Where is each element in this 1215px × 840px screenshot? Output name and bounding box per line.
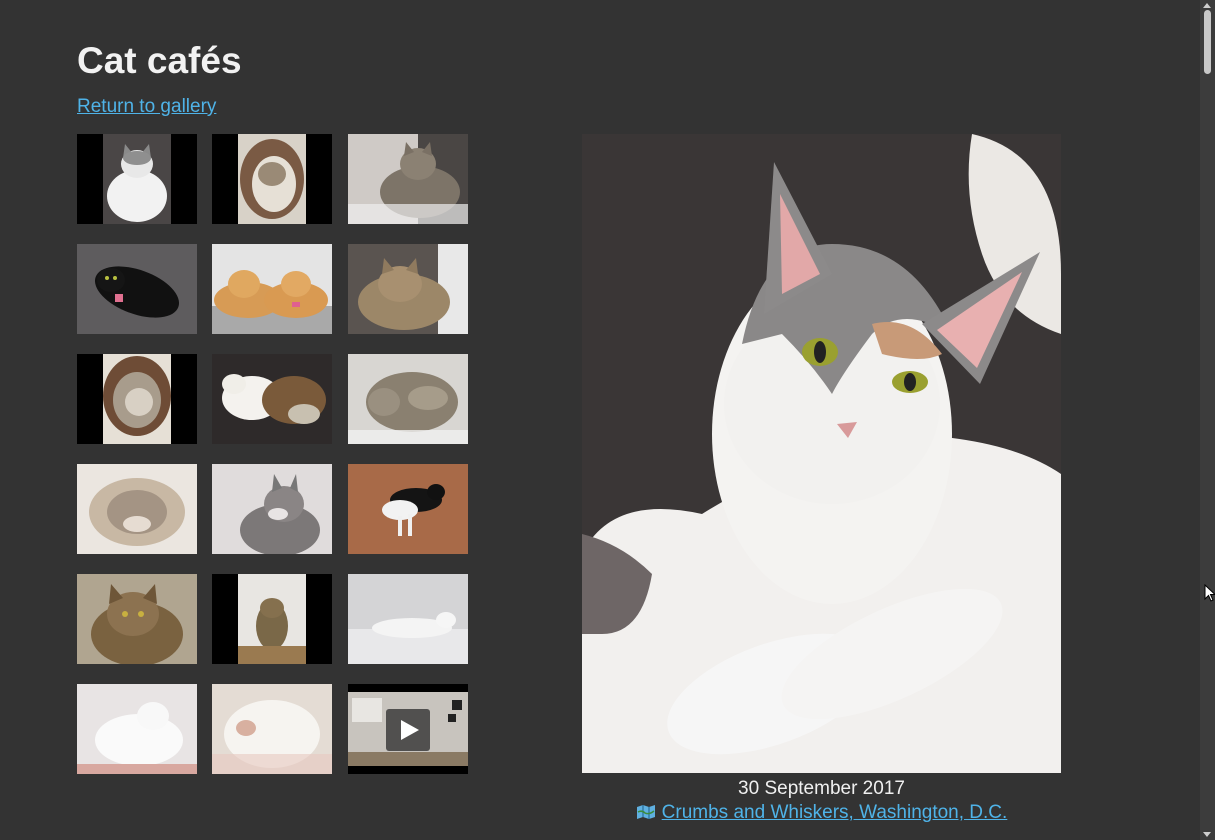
thumbnail-2[interactable] [212, 134, 332, 224]
location-text: Crumbs and Whiskers, Washington, D.C. [661, 802, 1008, 823]
thumbnail-13[interactable] [77, 574, 197, 664]
scrollbar-thumb[interactable] [1204, 10, 1211, 74]
map-icon [636, 805, 655, 819]
main-photo[interactable] [582, 134, 1061, 773]
photo-date: 30 September 2017 [738, 778, 905, 799]
thumbnail-11[interactable] [212, 464, 332, 554]
thumbnail-6[interactable] [348, 244, 468, 334]
scroll-up-arrow-icon[interactable] [1203, 3, 1211, 8]
play-icon[interactable] [386, 709, 430, 751]
thumbnail-4[interactable] [77, 244, 197, 334]
thumbnail-1[interactable] [77, 134, 197, 224]
location-link[interactable]: Crumbs and Whiskers, Washington, D.C. [636, 802, 1008, 823]
page-title: Cat cafés [77, 40, 242, 81]
gallery-page: Cat cafés Return to gallery 30 September… [77, 0, 1177, 840]
thumbnail-8[interactable] [212, 354, 332, 444]
thumbnail-3[interactable] [348, 134, 468, 224]
thumbnail-7[interactable] [77, 354, 197, 444]
thumbnail-14[interactable] [212, 574, 332, 664]
thumbnail-17[interactable] [212, 684, 332, 774]
thumbnail-18-video[interactable] [348, 684, 468, 774]
thumbnail-5[interactable] [212, 244, 332, 334]
thumbnail-12[interactable] [348, 464, 468, 554]
photo-location: Crumbs and Whiskers, Washington, D.C. [582, 802, 1061, 824]
thumbnail-16[interactable] [77, 684, 197, 774]
vertical-scrollbar[interactable] [1200, 0, 1215, 840]
scroll-down-arrow-icon[interactable] [1203, 832, 1211, 837]
thumbnail-9[interactable] [348, 354, 468, 444]
mouse-cursor-icon [1204, 584, 1215, 602]
thumbnail-10[interactable] [77, 464, 197, 554]
return-to-gallery-link[interactable]: Return to gallery [77, 96, 216, 118]
thumbnail-15[interactable] [348, 574, 468, 664]
